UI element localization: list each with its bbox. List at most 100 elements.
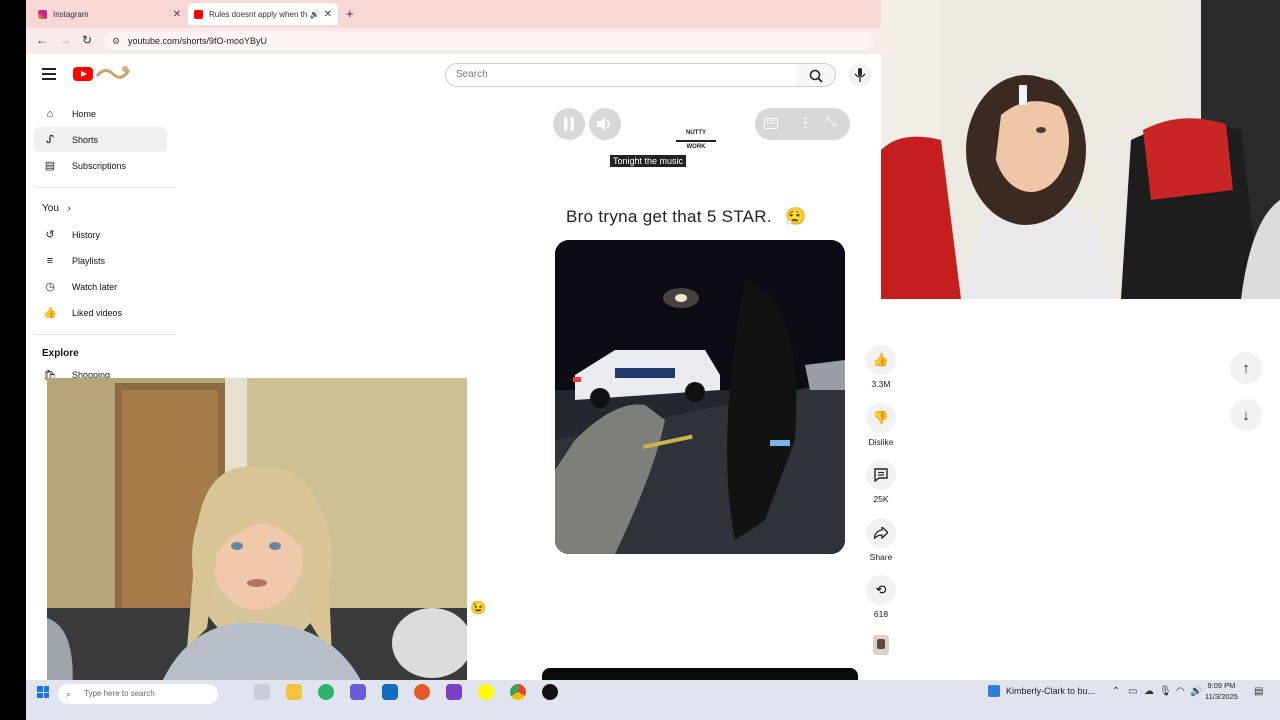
chrome-icon[interactable] [510,684,526,700]
home-icon: ⌂ [46,107,54,120]
taskbar-search-input[interactable]: ⌕ Type here to search [58,684,218,704]
browser-tab-bar: Instagram ✕ Rules doesnt apply when th 🔊… [26,0,881,28]
remix-action[interactable]: ⟲ 618 [866,575,896,619]
voice-search-button[interactable] [848,63,872,87]
thumbs-up-icon: 👍 [43,307,57,319]
file-explorer-icon[interactable] [286,684,302,700]
new-tab-button[interactable]: + [346,6,354,21]
sidebar-item-label: Playlists [72,255,106,266]
playlists-icon: ≡ [46,254,54,267]
snapchat-icon[interactable] [478,684,494,700]
menu-icon[interactable] [42,68,56,80]
sidebar-item-subscriptions[interactable]: ▤ Subscriptions [34,153,167,178]
sidebar-item-home[interactable]: ⌂ Home [34,101,167,126]
tab-youtube-short[interactable]: Rules doesnt apply when th 🔊 ✕ [188,3,338,25]
video-overlay-text: Bro tryna get that 5 STAR. 😮‍💨 [566,207,806,227]
back-icon[interactable]: ← [36,33,48,47]
share-label: Share [869,552,893,562]
comment-action[interactable]: 25K [866,460,896,504]
notification-icon[interactable]: ▤ [1254,686,1263,697]
fullscreen-icon[interactable]: ⤡ [826,114,836,130]
tray-microphone-icon[interactable]: 🎙 [1159,686,1172,697]
remix-count: 618 [873,609,889,619]
dislike-action[interactable]: 👎 Dislike [866,403,896,447]
clock-icon: ◷ [45,281,55,293]
sidebar-divider [34,334,176,335]
close-tab-icon[interactable]: ✕ [173,9,181,20]
sidebar-explore-heading: Explore [42,348,79,359]
next-short-button[interactable]: ↓ [1230,399,1262,431]
wink-emoji: 😉 [470,600,487,615]
remix-button[interactable]: ⟲ [866,575,896,605]
obs-icon[interactable] [542,684,558,700]
volume-button[interactable] [589,108,621,140]
more-options-icon[interactable]: ⋮ [799,115,812,131]
sidebar-divider [34,187,176,188]
tray-wifi-icon[interactable]: ◠ [1176,686,1185,697]
sidebar-item-liked-videos[interactable]: 👍 Liked videos [34,300,167,325]
doodle-logo[interactable] [95,64,135,82]
tab-instagram[interactable]: Instagram ✕ [32,3,187,25]
you-label: You [42,203,59,214]
sidebar-item-shorts[interactable]: ᔑ Shorts [34,127,167,152]
thumbs-down-icon: 👎 [872,410,890,425]
comment-button[interactable] [866,460,896,490]
store-icon[interactable] [350,684,366,700]
share-action[interactable]: Share [866,518,896,562]
dislike-label: Dislike [868,437,894,447]
subscriptions-icon: ▤ [44,160,56,172]
site-info-icon[interactable]: ⚙ [112,32,120,50]
outlook-icon[interactable] [382,684,398,700]
captions-button[interactable]: CC [764,118,778,129]
edge-icon[interactable] [318,684,334,700]
sidebar-item-history[interactable]: ↺ History [34,222,167,247]
app-icon-purple[interactable] [446,684,462,700]
channel-watermark: NUTTY WORK [676,126,716,150]
reload-icon[interactable]: ↻ [82,33,92,47]
search-placeholder: Search [456,69,488,80]
chevron-right-icon: › [67,203,71,213]
search-icon [809,69,823,83]
sidebar-item-label: Watch later [72,281,118,292]
speaker-icon[interactable]: 🔊 [310,10,320,19]
forward-icon[interactable]: → [59,33,71,47]
exhale-emoji: 😮‍💨 [784,207,807,226]
sidebar-item-label: Liked videos [72,307,123,318]
thumbs-up-icon: 👍 [872,352,890,367]
dislike-button[interactable]: 👎 [866,403,896,433]
firefox-icon[interactable] [414,684,430,700]
like-action[interactable]: 👍 3.3M [866,345,896,389]
like-button[interactable]: 👍 [866,345,896,375]
search-button[interactable] [796,63,836,87]
tray-volume-icon[interactable]: 🔊 [1190,686,1202,697]
shorts-icon: ᔑ [46,134,54,146]
close-tab-icon[interactable]: ✕ [324,9,332,20]
sidebar-item-label: Home [72,108,97,119]
url-field[interactable]: ⚙ youtube.com/shorts/9fO-mooYByU [104,32,874,50]
closed-caption-text: Tonight the music [610,155,687,167]
sidebar-item-label: Shorts [72,134,99,145]
microphone-icon [854,68,866,82]
previous-short-button[interactable]: ↑ [1230,352,1262,384]
sidebar-item-watch-later[interactable]: ◷ Watch later [34,274,167,299]
video-frame[interactable] [555,240,845,554]
arrow-down-icon: ↓ [1242,406,1250,424]
tray-device-icon[interactable]: ▭ [1128,686,1137,697]
news-icon [988,685,1000,697]
task-view-icon[interactable] [254,684,270,700]
tray-cloud-icon[interactable]: ☁ [1144,686,1154,697]
tab-title: Rules doesnt apply when th [209,9,307,19]
news-ticker[interactable]: Kimberly-Clark to bu... [988,685,1095,697]
webcam-feed-right [881,0,1280,299]
taskbar-clock[interactable]: 9:09 PM 11/3/2025 [1205,680,1238,702]
sidebar-item-playlists[interactable]: ≡ Playlists [34,248,167,273]
youtube-icon [194,9,203,19]
pause-button[interactable] [553,108,585,140]
sound-thumbnail[interactable] [873,635,889,655]
sidebar-you-heading[interactable]: You › [42,203,71,214]
tray-chevron-icon[interactable]: ⌃ [1112,686,1120,697]
share-button[interactable] [866,518,896,548]
youtube-logo[interactable] [73,67,93,81]
search-input[interactable]: Search [445,63,797,87]
windows-start-icon[interactable] [37,686,49,698]
